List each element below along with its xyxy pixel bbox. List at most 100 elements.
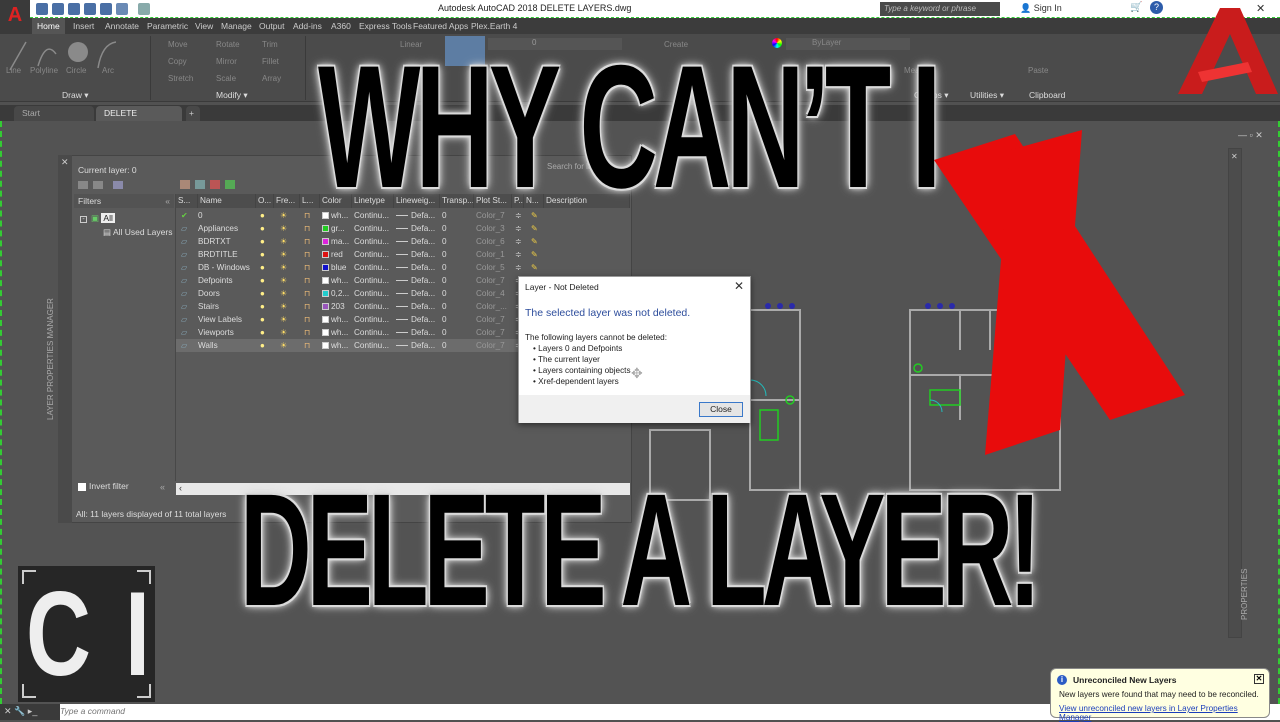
- freeze-sun-icon[interactable]: ☀: [280, 274, 287, 287]
- polyline-button[interactable]: Polyline: [30, 66, 58, 75]
- linetype-cell[interactable]: Continu...: [354, 313, 389, 326]
- plot-printer-icon[interactable]: ≑: [515, 248, 522, 261]
- lock-open-icon[interactable]: ⊓: [304, 235, 310, 248]
- layer-row[interactable]: ▱ DB - Windows ● ☀ ⊓ blue Continu... Defa... 0 Co…: [176, 261, 630, 274]
- dialog-close-icon[interactable]: ✕: [734, 279, 744, 293]
- on-bulb-icon[interactable]: ●: [260, 300, 265, 313]
- linetype-cell[interactable]: Continu...: [354, 261, 389, 274]
- lock-open-icon[interactable]: ⊓: [304, 261, 310, 274]
- lock-open-icon[interactable]: ⊓: [304, 248, 310, 261]
- redo-icon[interactable]: [138, 3, 150, 15]
- paste-button[interactable]: Paste: [1028, 66, 1048, 75]
- linetype-cell[interactable]: Continu...: [354, 235, 389, 248]
- ribbon-tab-insert[interactable]: Insert: [68, 18, 99, 34]
- fillet-button[interactable]: Fillet: [262, 57, 279, 66]
- line-button[interactable]: Line: [6, 66, 21, 75]
- layer-name[interactable]: Appliances: [198, 222, 238, 235]
- layer-name[interactable]: Viewports: [198, 326, 234, 339]
- ribbon-tab-view[interactable]: View: [190, 18, 218, 34]
- new-vp-freeze-icon[interactable]: ✎: [531, 235, 538, 248]
- on-bulb-icon[interactable]: ●: [260, 287, 265, 300]
- transparency-cell[interactable]: 0: [442, 313, 447, 326]
- on-bulb-icon[interactable]: ●: [260, 235, 265, 248]
- on-bulb-icon[interactable]: ●: [260, 313, 265, 326]
- lock-open-icon[interactable]: ⊓: [304, 287, 310, 300]
- color-cell[interactable]: 203: [322, 300, 345, 313]
- color-cell[interactable]: 0,2...: [322, 287, 349, 300]
- ribbon-tab-home[interactable]: Home: [32, 18, 65, 34]
- trim-button[interactable]: Trim: [262, 40, 278, 49]
- command-input[interactable]: [60, 706, 360, 716]
- set-current-icon[interactable]: [225, 180, 235, 189]
- notification-link[interactable]: View unreconciled new layers in Layer Pr…: [1059, 704, 1269, 722]
- linetype-cell[interactable]: Continu...: [354, 300, 389, 313]
- ribbon-tab-manage[interactable]: Manage: [216, 18, 257, 34]
- lock-open-icon[interactable]: ⊓: [304, 222, 310, 235]
- lock-open-icon[interactable]: ⊓: [304, 274, 310, 287]
- column-header[interactable]: Name: [198, 194, 256, 208]
- freeze-sun-icon[interactable]: ☀: [280, 313, 287, 326]
- tab-delete-layers[interactable]: DELETE LAYERS* ✕: [96, 106, 182, 133]
- layer-name[interactable]: Defpoints: [198, 274, 233, 287]
- layer-name[interactable]: BRDTITLE: [198, 248, 238, 261]
- mirror-button[interactable]: Mirror: [216, 57, 237, 66]
- collapse-icon[interactable]: «: [160, 482, 165, 492]
- lineweight-cell[interactable]: Defa...: [396, 313, 435, 326]
- open-file-icon[interactable]: [52, 3, 64, 15]
- lock-open-icon[interactable]: ⊓: [304, 339, 310, 352]
- lineweight-cell[interactable]: Defa...: [396, 261, 435, 274]
- on-bulb-icon[interactable]: ●: [260, 326, 265, 339]
- layer-name[interactable]: Walls: [198, 339, 218, 352]
- layer-row[interactable]: ▱ BRDTITLE ● ☀ ⊓ red Continu... Defa... 0 Color_1…: [176, 248, 630, 261]
- layer-row[interactable]: ▱ BDRTXT ● ☀ ⊓ ma... Continu... Defa... 0 Color_6…: [176, 235, 630, 248]
- cart-icon[interactable]: 🛒: [1130, 2, 1142, 13]
- on-bulb-icon[interactable]: ●: [260, 339, 265, 352]
- modify-group-label[interactable]: Modify ▾: [216, 90, 248, 101]
- transparency-cell[interactable]: 0: [442, 248, 447, 261]
- filter-tree-all[interactable]: - ▣ All: [80, 213, 115, 224]
- arc-button[interactable]: Arc: [102, 66, 114, 75]
- on-bulb-icon[interactable]: ●: [260, 261, 265, 274]
- lock-open-icon[interactable]: ⊓: [304, 326, 310, 339]
- color-cell[interactable]: ma...: [322, 235, 349, 248]
- save-as-icon[interactable]: [84, 3, 96, 15]
- help-icon[interactable]: ?: [1150, 1, 1163, 14]
- linetype-cell[interactable]: Continu...: [354, 248, 389, 261]
- freeze-sun-icon[interactable]: ☀: [280, 222, 287, 235]
- lineweight-cell[interactable]: Defa...: [396, 326, 435, 339]
- lineweight-cell[interactable]: Defa...: [396, 300, 435, 313]
- utilities-group-label[interactable]: Utilities ▾: [970, 90, 1004, 101]
- new-vp-freeze-icon[interactable]: ✎: [531, 261, 538, 274]
- lock-open-icon[interactable]: ⊓: [304, 300, 310, 313]
- new-property-filter-icon[interactable]: [78, 181, 88, 189]
- plot-printer-icon[interactable]: ≑: [515, 235, 522, 248]
- freeze-sun-icon[interactable]: ☀: [280, 261, 287, 274]
- draw-group-label[interactable]: Draw ▾: [62, 90, 88, 101]
- freeze-sun-icon[interactable]: ☀: [280, 300, 287, 313]
- filter-tree-used-layers[interactable]: ▤ All Used Layers: [103, 227, 172, 238]
- color-cell[interactable]: wh...: [322, 313, 348, 326]
- lineweight-cell[interactable]: Defa...: [396, 235, 435, 248]
- plot-printer-icon[interactable]: ≑: [515, 261, 522, 274]
- transparency-cell[interactable]: 0: [442, 339, 447, 352]
- column-header[interactable]: S...: [176, 194, 198, 208]
- layer-name[interactable]: BDRTXT: [198, 235, 231, 248]
- invert-filter-checkbox[interactable]: Invert filter: [78, 481, 129, 491]
- new-file-icon[interactable]: [36, 3, 48, 15]
- layer-name[interactable]: View Labels: [198, 313, 242, 326]
- layer-name[interactable]: Doors: [198, 287, 220, 300]
- command-line-controls[interactable]: ✕ 🔧 ▸_: [0, 704, 60, 720]
- undo-icon[interactable]: [116, 3, 128, 15]
- transparency-cell[interactable]: 0: [442, 300, 447, 313]
- properties-palette[interactable]: [1228, 148, 1242, 638]
- layer-name[interactable]: Stairs: [198, 300, 219, 313]
- freeze-sun-icon[interactable]: ☀: [280, 326, 287, 339]
- column-header[interactable]: Fre...: [274, 194, 300, 208]
- color-cell[interactable]: wh...: [322, 339, 348, 352]
- transparency-cell[interactable]: 0: [442, 235, 447, 248]
- application-menu-button[interactable]: A: [0, 0, 30, 34]
- new-group-filter-icon[interactable]: [93, 181, 103, 189]
- help-search-input[interactable]: Type a keyword or phrase: [880, 2, 1000, 16]
- on-bulb-icon[interactable]: ●: [260, 274, 265, 287]
- copy-button[interactable]: Copy: [168, 57, 187, 66]
